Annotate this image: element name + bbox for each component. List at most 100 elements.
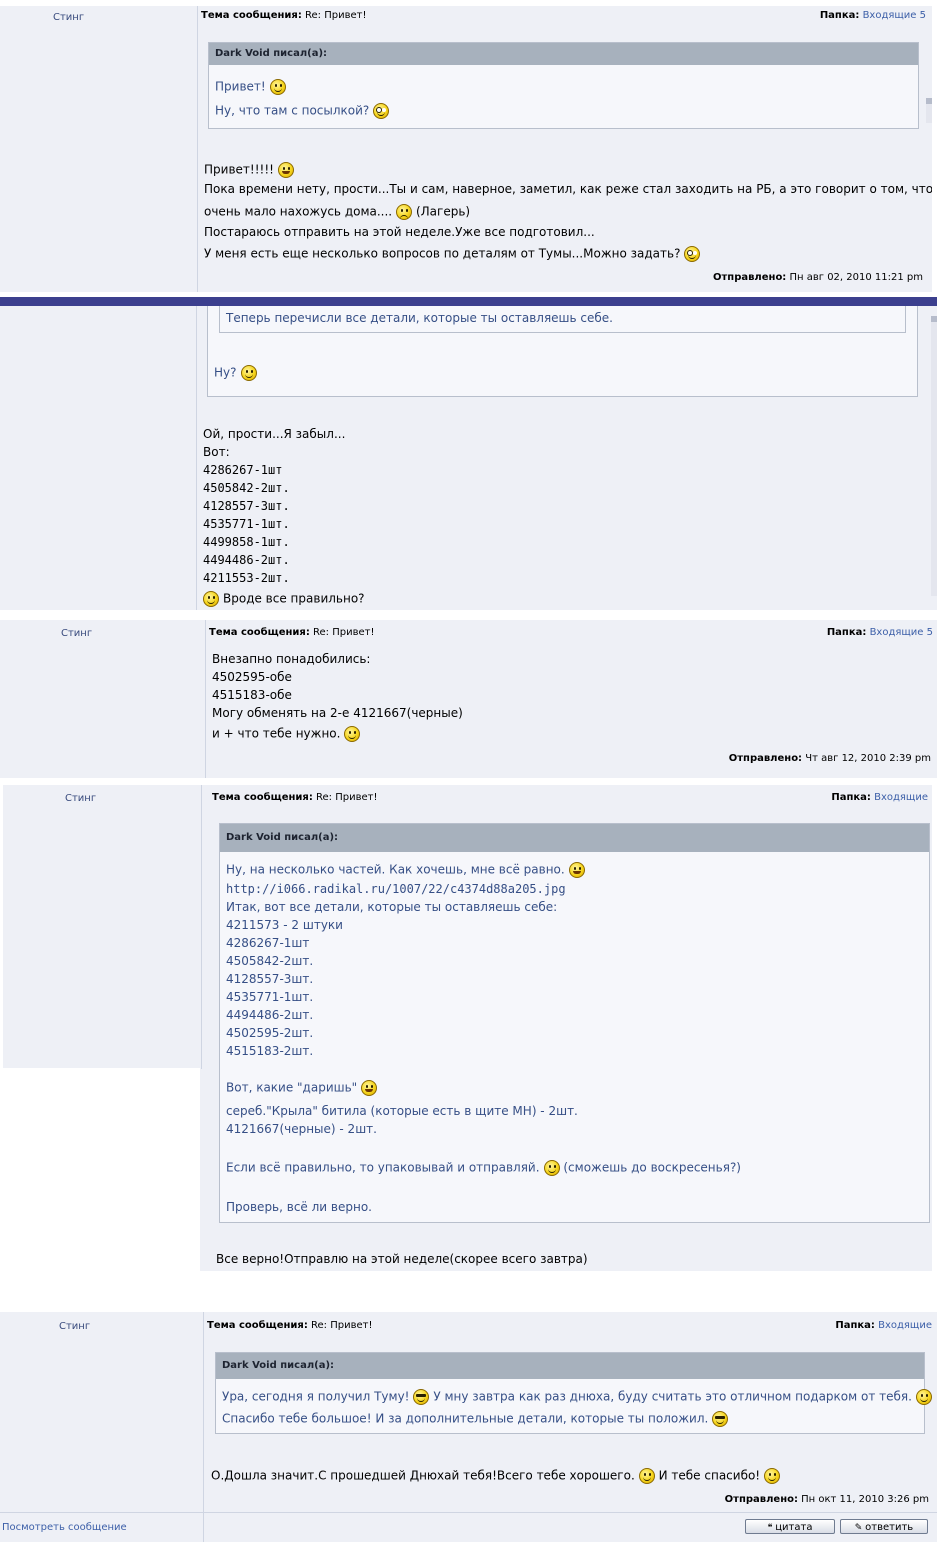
reply-button-label: ответить <box>865 1522 914 1533</box>
grin-icon <box>568 862 585 878</box>
quote-line: Ура, сегодня я получил Туму! <box>222 1389 410 1404</box>
quote-author: Dark Void писал(а): <box>209 43 918 65</box>
post-4-author-column <box>3 785 202 1069</box>
reply-icon: ✎ <box>854 1523 866 1533</box>
folder-link[interactable]: Входящие <box>874 792 928 803</box>
posted-info: Отправлено: Чт авг 12, 2010 2:39 pm <box>729 753 931 764</box>
rolleyes-icon <box>373 103 390 119</box>
quote-line: Ну, на несколько частей. Как хочешь, мне… <box>226 862 565 877</box>
subject-label: Тема сообщения: <box>212 792 313 803</box>
view-message-link[interactable]: Посмотреть сообщение <box>2 1522 127 1533</box>
smile-icon <box>269 79 286 95</box>
folder-link[interactable]: Входящие <box>878 1320 932 1331</box>
cool-icon <box>712 1411 729 1427</box>
posted-label: Отправлено: <box>712 272 787 283</box>
posted-label: Отправлено: <box>728 753 803 764</box>
quote-line: сереб."Крыла" битила (которые есть в щит… <box>226 1104 578 1118</box>
subject-label: Тема сообщения: <box>207 1320 308 1331</box>
posted-label: Отправлено: <box>724 1494 798 1505</box>
quote-button-label: цитата <box>775 1522 813 1533</box>
quote-line: 4121667(черные) - 2шт. <box>226 1122 377 1136</box>
post-2-author-column <box>0 306 197 610</box>
message-line: 4211553-2шт. <box>203 571 290 585</box>
message-line: очень мало нахожусь дома.... <box>204 204 393 219</box>
quote-line: Спасибо тебе большое! И за дополнительны… <box>222 1411 709 1426</box>
message-line: Все верно!Отправлю на этой неделе(скорее… <box>216 1252 588 1266</box>
quote-line: Итак, вот все детали, которые ты оставля… <box>226 900 558 914</box>
grin-icon <box>361 1080 378 1096</box>
quote-line: Ну? <box>214 365 237 380</box>
post-3: Стинг Тема сообщения: Re: Привет! Папка:… <box>0 620 937 778</box>
post-1-author-column <box>0 6 198 292</box>
smile-icon <box>344 726 361 742</box>
post-5: Стинг Тема сообщения: Re: Привет! Папка:… <box>0 1312 937 1542</box>
message-line: 4502595-обе <box>212 670 292 684</box>
reply-button[interactable]: ✎ ответить <box>840 1519 928 1534</box>
message-line: (Лагерь) <box>415 204 471 219</box>
post-2: Теперь перечисли все детали, которые ты … <box>0 306 937 610</box>
smile-icon <box>543 1160 560 1176</box>
quote-line: 4211573 - 2 штуки <box>226 918 343 932</box>
message-line: Вот: <box>203 445 230 459</box>
quote-line: Проверь, всё ли верно. <box>226 1200 372 1214</box>
folder-label: Папка: <box>826 627 867 638</box>
quote-line: У мну завтра как раз днюха, буду считать… <box>433 1389 912 1404</box>
smile-icon <box>203 591 219 607</box>
subject-value: Re: Привет! <box>311 1320 373 1331</box>
message-line: 4128557-3шт. <box>203 499 290 513</box>
quote-button[interactable]: ❝ цитата <box>745 1519 835 1534</box>
subject-value: Re: Привет! <box>316 792 378 803</box>
sad-icon <box>396 204 413 220</box>
grin-icon <box>277 162 294 178</box>
folder-link[interactable]: Входящие 5 <box>863 10 926 21</box>
subject-label: Тема сообщения: <box>209 627 310 638</box>
folder-link[interactable]: Входящие 5 <box>870 627 933 638</box>
posted-info: Отправлено: Пн авг 02, 2010 11:21 pm <box>713 272 923 283</box>
folder-label: Папка: <box>831 792 871 803</box>
quote-line: 4128557-3шт. <box>226 972 314 986</box>
smile-icon <box>764 1468 781 1484</box>
message-line: Вроде все правильно? <box>223 591 365 606</box>
quote-line: 4502595-2шт. <box>226 1026 314 1040</box>
subject-value: Re: Привет! <box>313 627 375 638</box>
posted-date: Чт авг 12, 2010 2:39 pm <box>805 753 931 764</box>
message-line: 4535771-1шт. <box>203 517 290 531</box>
quote-box: Dark Void писал(а): Ну, на несколько час… <box>219 823 930 1223</box>
message-line: Привет!!!!! <box>204 162 274 177</box>
rolleyes-icon <box>684 246 701 262</box>
smile-icon <box>638 1468 655 1484</box>
message-line: Ой, прости...Я забыл... <box>203 427 346 441</box>
quote-box: Dark Void писал(а): Ура, сегодня я получ… <box>215 1352 932 1434</box>
smile-icon <box>915 1389 932 1405</box>
post-header: Тема сообщения: Re: Привет! Папка: Входя… <box>0 1320 937 1338</box>
scrollbar[interactable] <box>931 316 937 596</box>
quote-line: Если всё правильно, то упаковывай и отпр… <box>226 1160 540 1175</box>
message-line: Пока времени нету, прости...Ты и сам, на… <box>204 182 932 196</box>
scrollbar[interactable] <box>926 98 932 123</box>
quote-author: Dark Void писал(а): <box>216 1353 924 1379</box>
separator-bar <box>0 297 937 306</box>
folder-label: Папка: <box>835 1320 875 1331</box>
post-5-author-column <box>0 1312 204 1542</box>
quote-line: 4286267-1шт <box>226 936 310 950</box>
subject-label: Тема сообщения: <box>201 10 302 21</box>
quote-line: Теперь перечисли все детали, которые ты … <box>226 311 613 325</box>
post-footer: Посмотреть сообщение ❝ цитата ✎ ответить <box>0 1512 937 1542</box>
quote-line: 4494486-2шт. <box>226 1008 314 1022</box>
quote-line: Ну, что там с посылкой? <box>215 103 370 118</box>
quote-link[interactable]: http://i066.radikal.ru/1007/22/c4374d88a… <box>226 882 566 896</box>
quote-line: (сможешь до воскресенья?) <box>563 1160 741 1175</box>
message-line: 4505842-2шт. <box>203 481 290 495</box>
subject-value: Re: Привет! <box>305 10 367 21</box>
post-header: Тема сообщения: Re: Привет! Папка: Входя… <box>0 627 937 645</box>
message-line: 4494486-2шт. <box>203 553 290 567</box>
post-header: Тема сообщения: Re: Привет! Папка: Входя… <box>0 10 932 28</box>
quote-line: Привет! <box>215 79 266 94</box>
message-line: 4286267-1шт <box>203 463 283 477</box>
message-line: 4515183-обе <box>212 688 292 702</box>
message-line: Постараюсь отправить на этой неделе.Уже … <box>204 225 595 239</box>
post-4-bottom-blank <box>0 1068 200 1278</box>
message-line: У меня есть еще несколько вопросов по де… <box>204 246 681 261</box>
cool-icon <box>413 1389 430 1405</box>
message-line: О.Дошла значит.С прошедшей Днюхай тебя!В… <box>211 1468 635 1483</box>
